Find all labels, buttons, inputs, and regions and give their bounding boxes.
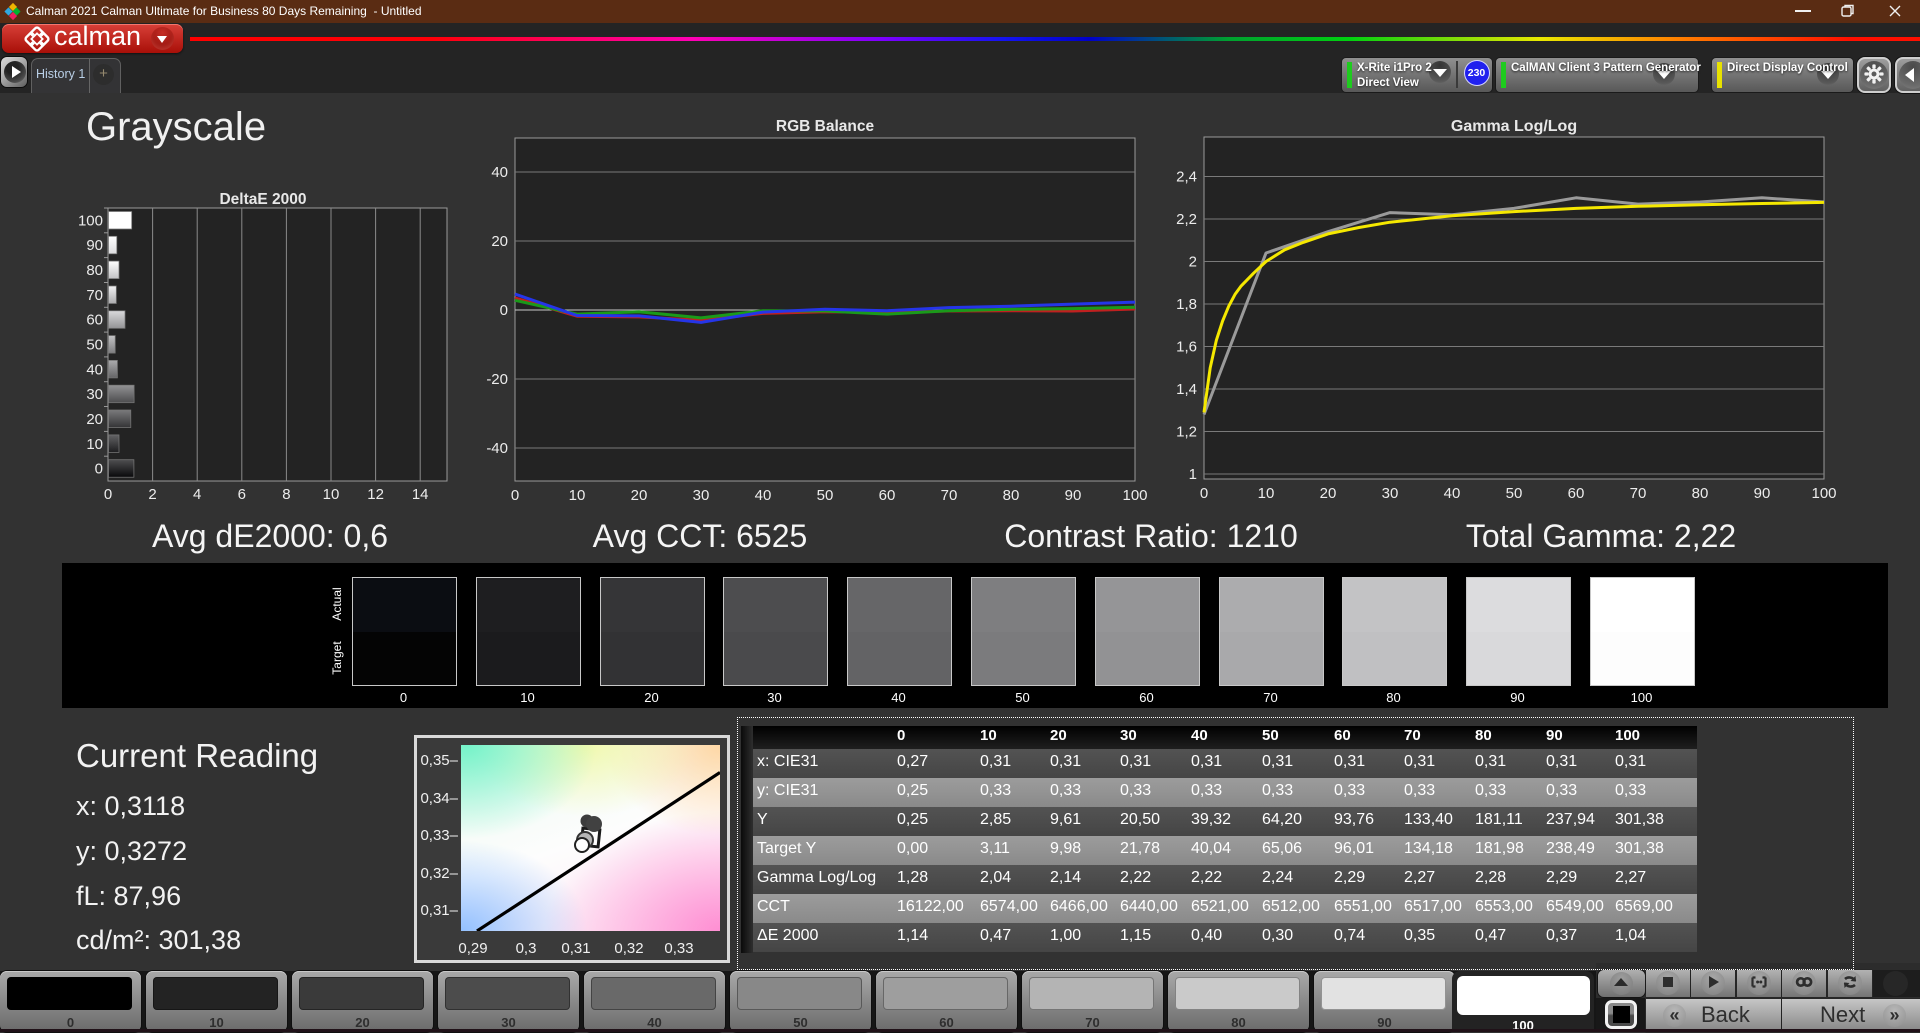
svg-text:2: 2	[1189, 254, 1197, 271]
svg-text:20: 20	[631, 487, 648, 504]
svg-text:14: 14	[412, 486, 429, 503]
svg-text:0: 0	[1200, 485, 1208, 502]
svg-text:0: 0	[500, 302, 508, 319]
svg-text:-20: -20	[486, 371, 508, 388]
svg-text:50: 50	[817, 487, 834, 504]
svg-text:80: 80	[1692, 485, 1709, 502]
svg-text:20: 20	[491, 233, 508, 250]
svg-text:8: 8	[282, 486, 290, 503]
svg-text:10: 10	[323, 486, 340, 503]
svg-text:90: 90	[1065, 487, 1082, 504]
svg-text:70: 70	[86, 287, 103, 304]
svg-text:0: 0	[104, 486, 112, 503]
svg-text:30: 30	[693, 487, 710, 504]
svg-text:1,2: 1,2	[1176, 424, 1197, 441]
svg-text:100: 100	[1811, 485, 1836, 502]
svg-text:80: 80	[1003, 487, 1020, 504]
svg-text:60: 60	[879, 487, 896, 504]
svg-text:2,4: 2,4	[1176, 169, 1197, 186]
svg-text:30: 30	[86, 386, 103, 403]
svg-text:40: 40	[1444, 485, 1461, 502]
svg-text:40: 40	[491, 164, 508, 181]
svg-text:30: 30	[1382, 485, 1399, 502]
svg-text:10: 10	[569, 487, 586, 504]
svg-text:0: 0	[95, 461, 103, 478]
svg-text:60: 60	[86, 312, 103, 329]
svg-text:90: 90	[86, 237, 103, 254]
svg-text:RGB Balance: RGB Balance	[776, 118, 875, 135]
svg-text:0: 0	[511, 487, 519, 504]
svg-text:60: 60	[1568, 485, 1585, 502]
svg-text:40: 40	[86, 361, 103, 378]
svg-text:DeltaE 2000: DeltaE 2000	[219, 191, 306, 208]
svg-text:10: 10	[86, 436, 103, 453]
svg-text:80: 80	[86, 262, 103, 279]
svg-text:6: 6	[238, 486, 246, 503]
svg-text:1: 1	[1189, 466, 1197, 483]
svg-text:90: 90	[1754, 485, 1771, 502]
svg-text:1,6: 1,6	[1176, 339, 1197, 356]
svg-text:2: 2	[148, 486, 156, 503]
svg-text:Gamma Log/Log: Gamma Log/Log	[1451, 118, 1577, 135]
svg-text:100: 100	[78, 212, 103, 229]
svg-text:20: 20	[1320, 485, 1337, 502]
svg-text:20: 20	[86, 411, 103, 428]
svg-text:70: 70	[941, 487, 958, 504]
svg-text:2,2: 2,2	[1176, 211, 1197, 228]
svg-text:12: 12	[367, 486, 384, 503]
svg-text:1,8: 1,8	[1176, 296, 1197, 313]
svg-text:10: 10	[1258, 485, 1275, 502]
svg-text:50: 50	[1506, 485, 1523, 502]
svg-text:70: 70	[1630, 485, 1647, 502]
svg-text:4: 4	[193, 486, 201, 503]
svg-text:100: 100	[1122, 487, 1147, 504]
svg-text:1,4: 1,4	[1176, 381, 1197, 398]
svg-text:40: 40	[755, 487, 772, 504]
svg-text:50: 50	[86, 337, 103, 354]
svg-text:-40: -40	[486, 440, 508, 457]
